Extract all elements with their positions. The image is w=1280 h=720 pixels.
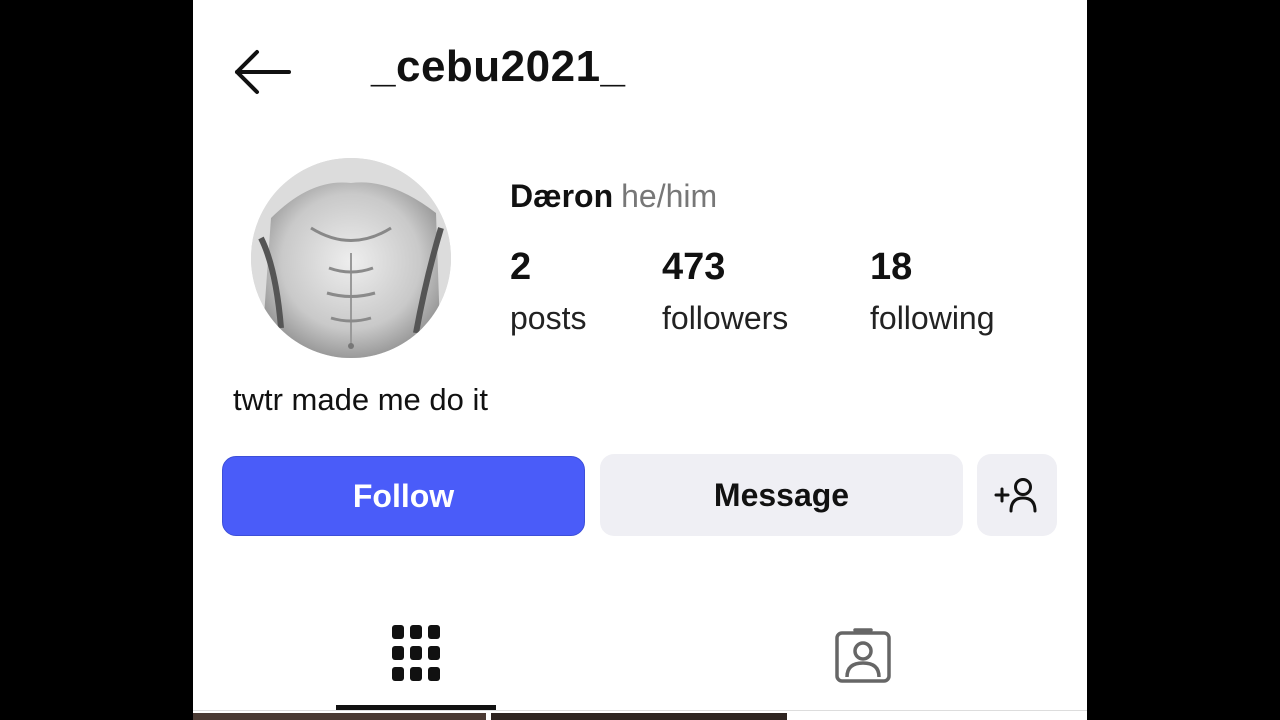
suggest-users-button[interactable] bbox=[977, 454, 1057, 536]
name-row: Dæron he/him bbox=[510, 178, 717, 215]
stat-label: posts bbox=[510, 300, 587, 336]
stat-value: 473 bbox=[662, 246, 726, 288]
stat-posts[interactable]: 2 posts bbox=[510, 244, 586, 346]
pronouns: he/him bbox=[621, 178, 718, 214]
stat-value: 18 bbox=[870, 246, 913, 288]
post-thumbnail[interactable] bbox=[193, 713, 486, 720]
arrow-left-icon bbox=[235, 50, 291, 94]
stat-value: 2 bbox=[510, 246, 532, 288]
post-thumbnail[interactable] bbox=[491, 713, 787, 720]
tab-divider bbox=[193, 710, 1087, 711]
stat-label: followers bbox=[662, 300, 789, 336]
avatar-photo bbox=[251, 158, 451, 358]
display-name: Dæron bbox=[510, 178, 614, 214]
message-button[interactable]: Message bbox=[600, 454, 963, 536]
person-add-icon bbox=[994, 478, 1037, 513]
back-button[interactable] bbox=[233, 48, 293, 96]
stat-followers[interactable]: 473 followers bbox=[662, 244, 788, 346]
follow-button[interactable]: Follow bbox=[222, 456, 585, 536]
profile-bio: twtr made me do it bbox=[233, 382, 488, 417]
tab-posts-grid[interactable] bbox=[336, 600, 496, 710]
grid-icon bbox=[392, 624, 440, 681]
profile-screen: _cebu2021_ Dæron he/him 2 posts 473 foll… bbox=[193, 0, 1087, 720]
tagged-icon bbox=[835, 628, 891, 683]
tab-tagged[interactable] bbox=[783, 600, 943, 710]
profile-username: _cebu2021_ bbox=[371, 42, 626, 91]
stat-following[interactable]: 18 following bbox=[870, 244, 995, 346]
avatar[interactable] bbox=[251, 158, 451, 358]
stat-label: following bbox=[870, 300, 995, 336]
